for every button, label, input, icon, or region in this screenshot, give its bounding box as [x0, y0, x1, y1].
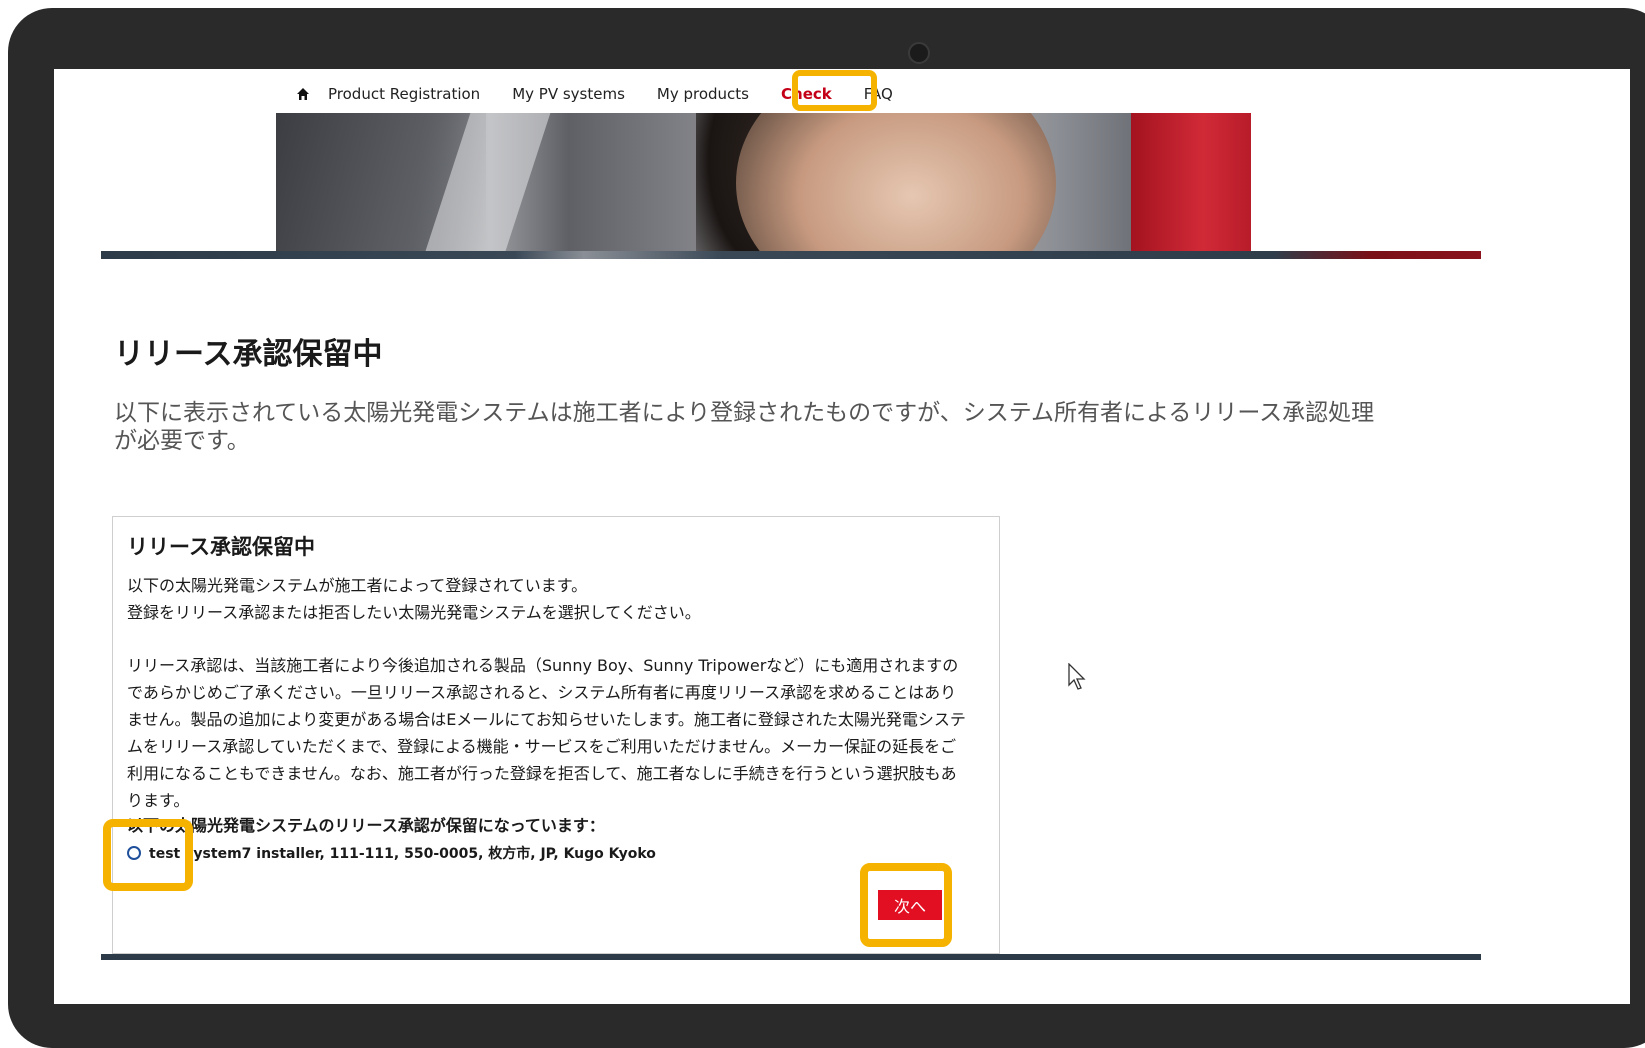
hero-banner: [276, 113, 1251, 253]
card-title: リリース承認保留中: [127, 535, 315, 559]
release-approval-card: リリース承認保留中 以下の太陽光発電システムが施工者によって登録されています。 …: [112, 516, 1000, 954]
nav-my-pv-systems[interactable]: My PV systems: [512, 85, 625, 103]
camera-icon: [908, 42, 930, 64]
nav-check[interactable]: Check: [781, 85, 832, 103]
hero-person-image: [736, 113, 1056, 253]
laptop-frame: Product Registration My PV systems My pr…: [8, 8, 1645, 1048]
bottom-divider-bar: [101, 954, 1481, 960]
hero-divider-bar: [101, 251, 1481, 259]
pv-system-option[interactable]: test system7 installer, 111-111, 550-000…: [127, 843, 656, 863]
home-icon[interactable]: [288, 79, 318, 109]
browser-viewport: Product Registration My PV systems My pr…: [54, 69, 1630, 1004]
nav-product-registration[interactable]: Product Registration: [328, 85, 480, 103]
card-intro-line1: 以下の太陽光発電システムが施工者によって登録されています。: [127, 576, 588, 595]
page-description: 以下に表示されている太陽光発電システムは施工者により登録されたものですが、システ…: [114, 400, 1375, 454]
card-body-text: リリース承認は、当該施工者により今後追加される製品（Sunny Boy、Sunn…: [127, 656, 966, 810]
nav-my-products[interactable]: My products: [657, 85, 749, 103]
pending-systems-label: 以下の太陽光発電システムのリリース承認が保留になっています：: [127, 816, 605, 835]
pv-system-radio[interactable]: [127, 846, 141, 860]
pv-system-option-label: test system7 installer, 111-111, 550-000…: [149, 846, 656, 862]
page-title: リリース承認保留中: [114, 337, 383, 372]
top-nav: Product Registration My PV systems My pr…: [288, 79, 925, 109]
next-button[interactable]: 次へ: [878, 890, 942, 920]
nav-faq[interactable]: FAQ: [864, 85, 893, 103]
mouse-cursor-icon: [1068, 662, 1088, 691]
card-intro: 以下の太陽光発電システムが施工者によって登録されています。 登録をリリース承認ま…: [127, 572, 967, 626]
card-intro-line2: 登録をリリース承認または拒否したい太陽光発電システムを選択してください。: [127, 603, 701, 622]
